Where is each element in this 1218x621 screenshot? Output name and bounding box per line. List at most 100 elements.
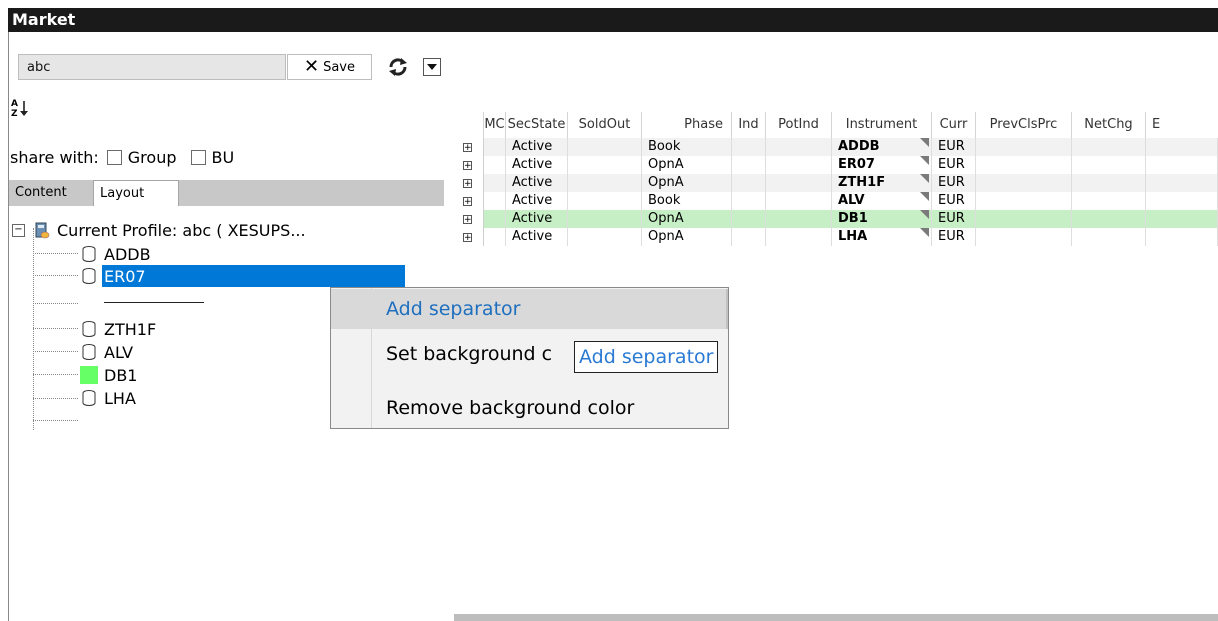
tree-item-db1[interactable]: DB1	[80, 365, 137, 385]
tree-item-zth1f[interactable]: ZTH1F	[80, 319, 156, 339]
table-row[interactable]: + Active OpnA LHA EUR	[454, 228, 1218, 246]
table-cell	[484, 192, 506, 210]
column-header[interactable]: SecState	[506, 112, 568, 138]
menu-item-label: Add separator	[386, 298, 521, 320]
table-cell	[976, 192, 1072, 210]
cell-instrument: ZTH1F	[838, 175, 886, 190]
share-row: share with: Group BU	[10, 146, 234, 168]
table-cell	[1146, 192, 1218, 210]
cell-phase: OpnA	[648, 211, 684, 226]
expand-cell: +	[454, 228, 484, 246]
tree-item-addb[interactable]: ADDB	[80, 244, 151, 264]
expand-cell: +	[454, 174, 484, 192]
table-cell	[766, 210, 832, 228]
cell-marker-icon	[920, 210, 929, 219]
table-cell: ALV	[832, 192, 932, 210]
table-cell	[1072, 174, 1146, 192]
table-row[interactable]: + Active OpnA DB1 EUR	[454, 210, 1218, 228]
chevron-down-icon	[427, 64, 437, 70]
expand-icon[interactable]: +	[463, 215, 472, 225]
collapse-icon[interactable]: −	[12, 223, 25, 237]
expand-icon[interactable]: +	[463, 143, 472, 153]
table-row[interactable]: + Active OpnA ER07 EUR	[454, 156, 1218, 174]
instrument-icon	[82, 344, 96, 360]
table-row[interactable]: + Active Book ALV EUR	[454, 192, 1218, 210]
refresh-icon	[389, 58, 407, 76]
table-cell	[976, 156, 1072, 174]
tab-layout[interactable]: Layout	[93, 180, 179, 206]
tree-item-label: ZTH1F	[104, 319, 157, 339]
cell-marker-icon	[920, 192, 929, 201]
cell-marker-icon	[920, 174, 929, 183]
column-header[interactable]: MC	[484, 112, 506, 138]
cell-curr: EUR	[938, 211, 965, 226]
table-cell: ZTH1F	[832, 174, 932, 192]
tree-connector	[33, 374, 78, 375]
save-button[interactable]: ✕ Save	[287, 54, 372, 80]
cell-secstate: Active	[512, 193, 553, 208]
expand-icon[interactable]: +	[463, 161, 472, 171]
dropdown-button[interactable]	[423, 58, 441, 76]
table-cell	[766, 228, 832, 246]
table-cell	[484, 228, 506, 246]
expand-icon[interactable]: +	[463, 197, 472, 207]
column-header[interactable]: PotInd	[766, 112, 832, 138]
table-cell	[1146, 228, 1218, 246]
column-header[interactable]: PrevClsPrc	[976, 112, 1072, 138]
tree-item-lha[interactable]: LHA	[80, 388, 136, 408]
table-cell	[568, 174, 642, 192]
column-header[interactable]: E	[1146, 112, 1218, 138]
share-label: share with:	[10, 147, 99, 167]
refresh-button[interactable]	[386, 54, 410, 80]
column-header[interactable]: Ind	[732, 112, 766, 138]
menu-item-add-separator[interactable]: Add separator	[331, 289, 728, 329]
table-cell	[568, 138, 642, 156]
menu-item-remove-background-color[interactable]: Remove background color	[331, 388, 728, 428]
cell-secstate: Active	[512, 175, 553, 190]
table-cell	[732, 210, 766, 228]
table-row[interactable]: + Active Book ADDB EUR	[454, 138, 1218, 156]
table-cell: Active	[506, 192, 568, 210]
cell-instrument: ER07	[838, 157, 875, 172]
expand-icon[interactable]: +	[463, 179, 472, 189]
table-cell	[976, 228, 1072, 246]
expand-icon[interactable]: +	[463, 233, 472, 243]
sort-az-button[interactable]: A Z	[10, 98, 34, 120]
table-cell	[976, 174, 1072, 192]
column-header[interactable]: Phase	[642, 112, 732, 138]
table-cell	[1072, 192, 1146, 210]
cell-secstate: Active	[512, 229, 553, 244]
cell-marker-icon	[920, 138, 929, 147]
column-header[interactable]	[454, 112, 484, 138]
tree-root[interactable]: − Current Profile: abc ( XESUPS...	[12, 220, 306, 240]
table-cell: EUR	[932, 174, 976, 192]
instrument-icon	[82, 321, 96, 337]
table-cell	[1072, 228, 1146, 246]
table-cell	[732, 192, 766, 210]
tree-item-er07[interactable]: ER07	[80, 266, 146, 286]
horizontal-scrollbar[interactable]	[454, 614, 1218, 621]
grid-header: MC SecState SoldOut Phase Ind PotInd Ins…	[454, 112, 1218, 138]
cell-instrument: ALV	[838, 193, 865, 208]
column-header[interactable]: Instrument	[832, 112, 932, 138]
table-cell: LHA	[832, 228, 932, 246]
expand-cell: +	[454, 156, 484, 174]
column-header[interactable]: SoldOut	[568, 112, 642, 138]
table-cell: Active	[506, 138, 568, 156]
table-cell: Active	[506, 210, 568, 228]
share-bu-checkbox[interactable]	[190, 149, 206, 165]
cell-secstate: Active	[512, 139, 553, 154]
tab-content[interactable]: Content	[9, 180, 93, 206]
column-header[interactable]: Curr	[932, 112, 976, 138]
search-input[interactable]	[18, 54, 286, 80]
tree-connector	[33, 328, 78, 329]
tree-item-alv[interactable]: ALV	[80, 342, 133, 362]
table-cell: EUR	[932, 138, 976, 156]
cell-instrument: ADDB	[838, 139, 880, 154]
cell-curr: EUR	[938, 175, 965, 190]
table-cell	[1072, 138, 1146, 156]
share-group-checkbox[interactable]	[106, 149, 122, 165]
table-row[interactable]: + Active OpnA ZTH1F EUR	[454, 174, 1218, 192]
title-bar: Market	[0, 0, 1218, 38]
column-header[interactable]: NetChg	[1072, 112, 1146, 138]
